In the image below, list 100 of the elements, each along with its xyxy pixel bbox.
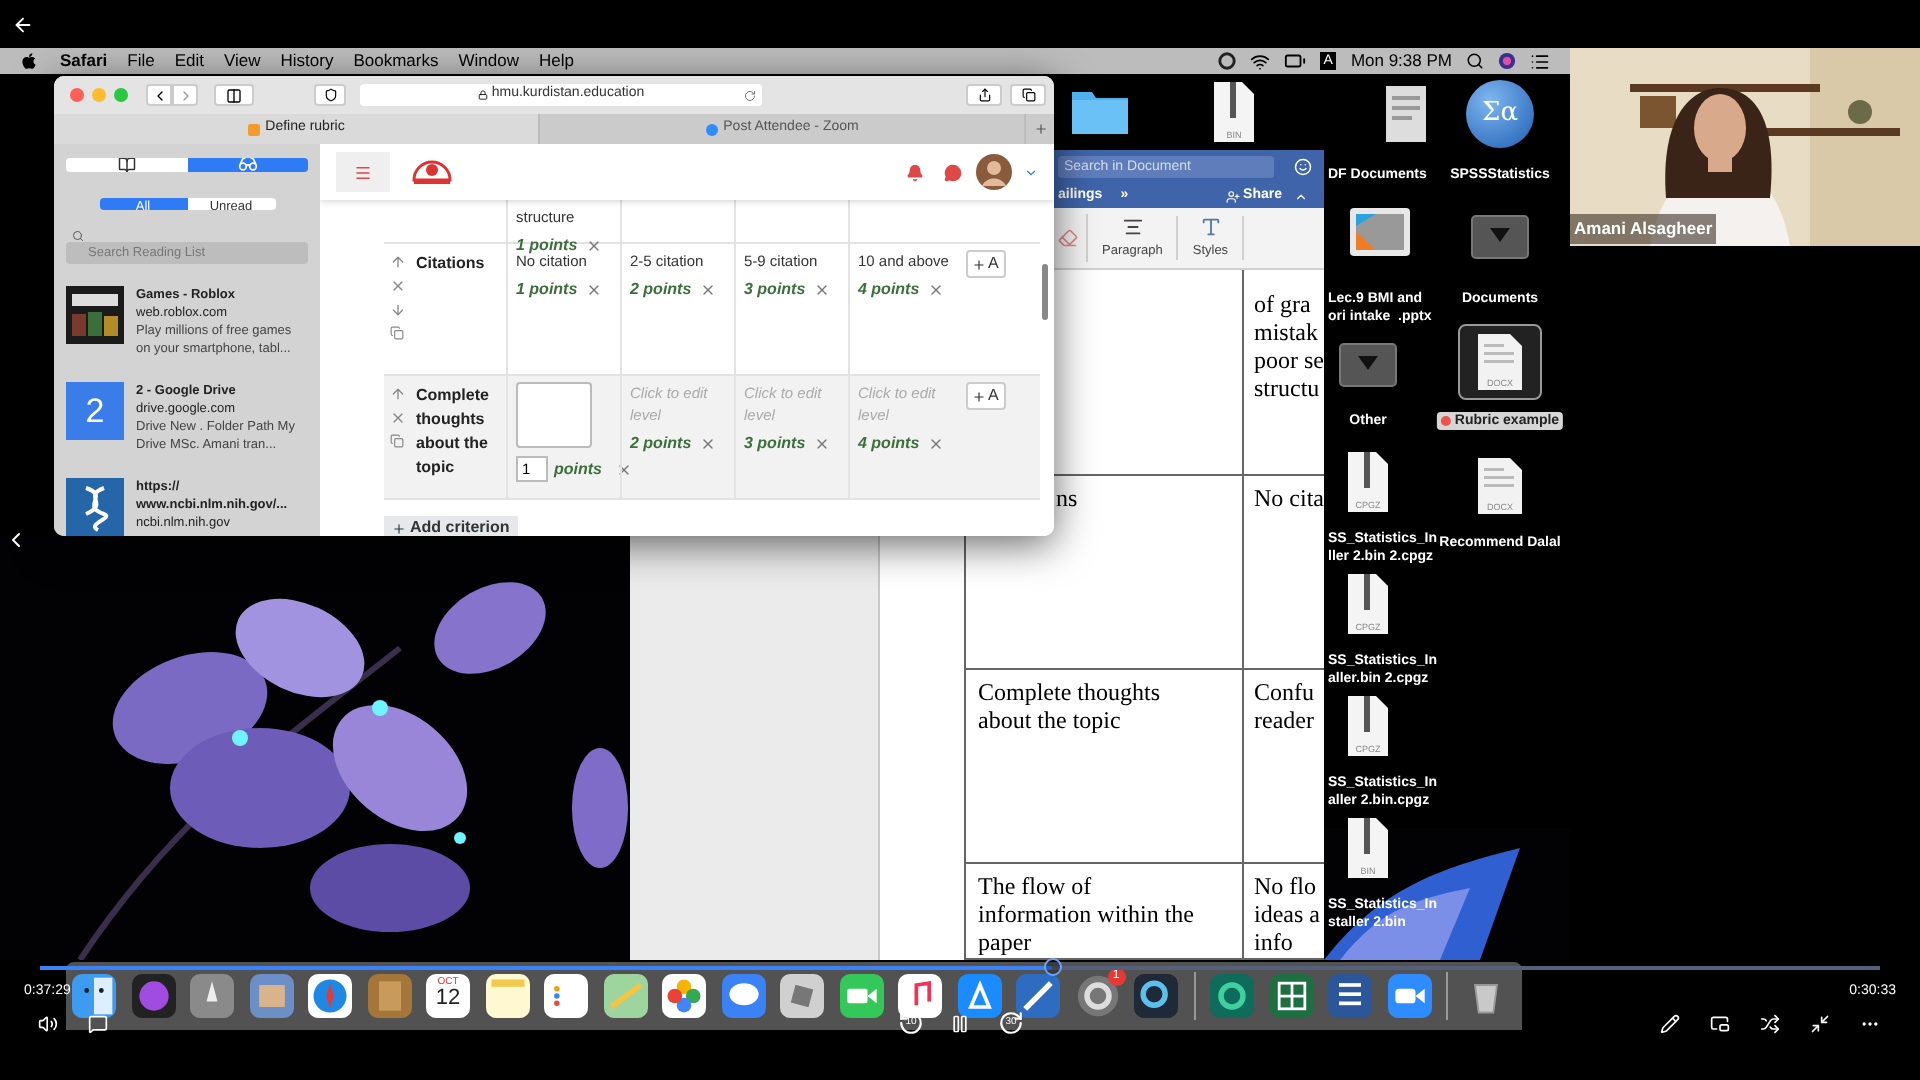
move-up-icon[interactable]: [389, 386, 405, 402]
photo-icon[interactable]: [249, 974, 293, 1018]
ruler-icon[interactable]: [1016, 974, 1060, 1018]
gear-icon[interactable]: [1075, 974, 1119, 1018]
rocket-icon[interactable]: [190, 974, 234, 1018]
document-icon[interactable]: [1328, 974, 1372, 1018]
notebook-icon[interactable]: [367, 974, 411, 1018]
plus-icon: [972, 257, 986, 271]
speech-bubble-icon[interactable]: [721, 974, 765, 1018]
sidebar-tab[interactable]: [66, 158, 187, 172]
picture-in-picture-icon[interactable]: [1710, 1014, 1730, 1034]
block-icon[interactable]: [780, 974, 824, 1018]
smiley-icon[interactable]: [1294, 158, 1312, 176]
points-label: 4 points: [858, 278, 920, 303]
bell-icon[interactable]: [906, 163, 924, 181]
flower-icon[interactable]: [662, 974, 706, 1018]
glasses-icon: [237, 158, 258, 172]
spreadsheet-icon[interactable]: [1269, 974, 1313, 1018]
apple-icon[interactable]: [20, 52, 38, 70]
document-icon[interactable]: [1476, 332, 1524, 392]
delete-icon[interactable]: [927, 436, 944, 452]
duplicate-icon[interactable]: [390, 326, 404, 340]
wifi-icon[interactable]: [1249, 51, 1270, 71]
avatar[interactable]: [976, 154, 1012, 190]
compass-icon[interactable]: [308, 974, 352, 1018]
collapse-icon[interactable]: [1294, 189, 1308, 203]
privacy-button[interactable]: [314, 84, 346, 106]
music-note-icon[interactable]: [898, 974, 942, 1018]
document-icon[interactable]: [1476, 456, 1524, 516]
folder-stack-icon[interactable]: [1338, 340, 1398, 388]
back-button[interactable]: [146, 84, 172, 106]
swirl-icon[interactable]: [1210, 974, 1254, 1018]
minimize-icon[interactable]: [1810, 1014, 1830, 1034]
tabs-button[interactable]: [1010, 84, 1046, 106]
notepad-icon[interactable]: [485, 974, 529, 1018]
back-icon[interactable]: [12, 13, 34, 35]
menu-item[interactable]: Window: [458, 48, 519, 74]
delete-icon[interactable]: [389, 278, 405, 294]
move-up-icon[interactable]: [389, 254, 405, 270]
delete-icon[interactable]: [585, 238, 602, 255]
emblem-icon[interactable]: [410, 156, 454, 188]
menu-item[interactable]: Safari: [60, 48, 108, 74]
magnifier-icon[interactable]: [1134, 974, 1178, 1018]
shuffle-icon[interactable]: [1760, 1014, 1780, 1034]
pencil-icon[interactable]: [1660, 1014, 1680, 1034]
sidebar-button[interactable]: [214, 84, 254, 106]
menu-button[interactable]: [336, 152, 390, 192]
zip-file-icon[interactable]: [1346, 450, 1390, 514]
letter-icon: [1199, 215, 1222, 238]
share-icon: [977, 88, 991, 102]
share-button[interactable]: [966, 84, 1002, 106]
camera-icon[interactable]: [1387, 974, 1431, 1018]
zip-file-icon[interactable]: [1346, 816, 1390, 880]
delete-icon[interactable]: [616, 461, 632, 477]
progress-thumb[interactable]: [1043, 958, 1061, 976]
menu-item[interactable]: View: [223, 48, 261, 74]
pause-icon[interactable]: [950, 1014, 970, 1034]
circle-icon[interactable]: [1217, 52, 1236, 70]
delete-icon[interactable]: [389, 410, 405, 426]
delete-icon[interactable]: [585, 282, 602, 299]
eraser-icon[interactable]: [1058, 228, 1078, 248]
delete-icon[interactable]: [699, 436, 716, 452]
menu-item[interactable]: Bookmarks: [353, 48, 439, 74]
zip-file-icon[interactable]: [1346, 572, 1390, 636]
zip-file-icon[interactable]: [1346, 694, 1390, 758]
delete-icon[interactable]: [813, 436, 830, 452]
battery-icon[interactable]: [1283, 50, 1306, 72]
add-level-button[interactable]: A: [966, 250, 1006, 278]
sidebar-icon: [226, 87, 242, 103]
delete-icon[interactable]: [927, 282, 944, 299]
menu-item[interactable]: History: [280, 48, 334, 74]
video-camera-icon[interactable]: [839, 974, 883, 1018]
checklist-icon[interactable]: [544, 974, 588, 1018]
add-criterion-button[interactable]: Add criterion: [384, 516, 518, 536]
face-icon[interactable]: [72, 974, 116, 1018]
definition-field[interactable]: [516, 382, 592, 448]
chat-icon[interactable]: [944, 163, 962, 181]
plus-icon: [1033, 122, 1047, 136]
captions-icon[interactable]: [88, 1014, 108, 1034]
reload-icon[interactable]: [744, 89, 756, 101]
menu-item[interactable]: File: [127, 48, 155, 74]
map-icon[interactable]: [603, 974, 647, 1018]
zip-file-icon[interactable]: [1212, 80, 1256, 144]
points-label: points: [554, 457, 602, 481]
menu-item[interactable]: Help: [538, 48, 574, 74]
volume-icon[interactable]: [38, 1014, 58, 1034]
duplicate-icon[interactable]: [390, 434, 404, 448]
menu-clock[interactable]: Mon 9:38 PM: [1350, 48, 1452, 74]
delete-icon[interactable]: [813, 282, 830, 299]
search-icon[interactable]: [1466, 52, 1484, 70]
list-icon[interactable]: [1530, 51, 1550, 71]
add-level-button[interactable]: A: [966, 382, 1006, 410]
move-down-icon[interactable]: [389, 302, 405, 318]
delete-icon[interactable]: [699, 282, 716, 299]
orb-icon[interactable]: [131, 974, 175, 1018]
orb-icon[interactable]: [1498, 52, 1516, 70]
caret-icon[interactable]: [1024, 165, 1038, 179]
folder-stack-icon[interactable]: [1470, 212, 1530, 260]
menu-item[interactable]: Edit: [174, 48, 204, 74]
document-icon[interactable]: [1380, 84, 1432, 144]
